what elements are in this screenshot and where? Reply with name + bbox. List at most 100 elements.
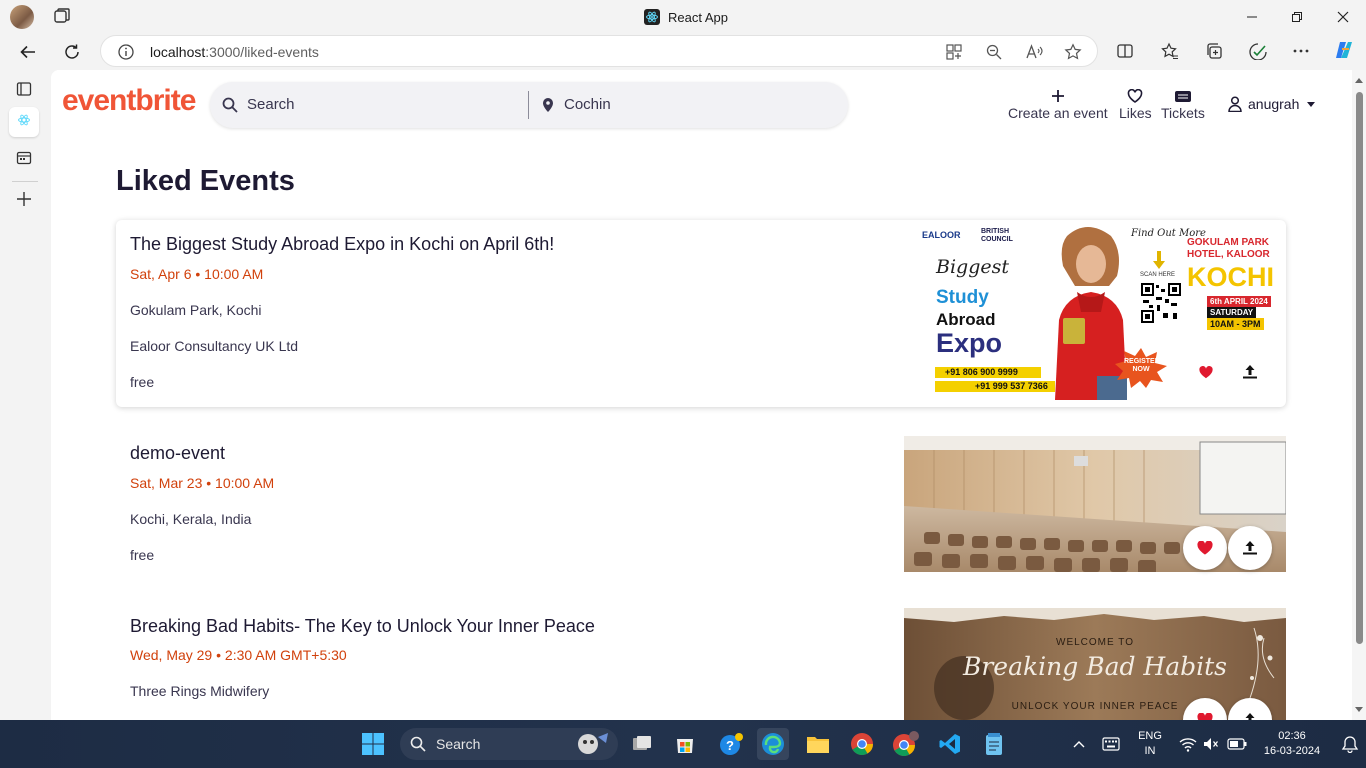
event-card[interactable]: The Biggest Study Abroad Expo in Kochi o… xyxy=(116,220,1286,407)
page-title: Liked Events xyxy=(116,165,295,197)
event-card[interactable]: demo-event Sat, Mar 23 • 10:00 AM Kochi,… xyxy=(116,426,1286,576)
event-title[interactable]: The Biggest Study Abroad Expo in Kochi o… xyxy=(130,234,554,255)
active-tab[interactable]: React App xyxy=(644,7,728,27)
app-available-icon[interactable] xyxy=(945,43,963,61)
clock-time: 02:36 xyxy=(1278,730,1306,742)
search-icon xyxy=(222,97,238,113)
event-date: Wed, May 29 • 2:30 AM GMT+5:30 xyxy=(130,647,347,663)
taskbar-search[interactable]: Search xyxy=(400,728,618,760)
restore-icon[interactable] xyxy=(1274,0,1320,33)
react-icon xyxy=(644,9,660,25)
poster-abroad: Abroad xyxy=(936,310,996,329)
poster-brand-1: EALOOR xyxy=(922,230,961,240)
poster-share-icon[interactable] xyxy=(1242,364,1258,380)
heart-filled-icon xyxy=(1197,713,1213,720)
react-app-tab[interactable] xyxy=(9,107,39,137)
vscode-icon[interactable] xyxy=(934,728,966,760)
tab-list-icon[interactable] xyxy=(13,78,35,100)
language-indicator[interactable]: ENG IN xyxy=(1135,729,1165,759)
event-date: Sat, Apr 6 • 10:00 AM xyxy=(130,266,264,282)
eventbrite-logo[interactable]: eventbrite xyxy=(62,84,196,118)
favorites-icon[interactable] xyxy=(1160,41,1180,61)
event-organizer: Ealoor Consultancy UK Ltd xyxy=(130,338,299,354)
chrome-profile-icon[interactable] xyxy=(890,728,922,760)
get-help-icon[interactable]: ? xyxy=(715,728,747,760)
event-price: free xyxy=(130,374,155,390)
edge-taskbar-icon[interactable] xyxy=(757,728,789,760)
user-menu[interactable]: anugrah xyxy=(1228,96,1316,112)
plus-icon xyxy=(1051,87,1064,105)
start-windows-icon[interactable] xyxy=(357,728,389,760)
store-icon[interactable] xyxy=(669,728,701,760)
tray-chevron-up-icon[interactable] xyxy=(1073,739,1085,749)
poster-register: REGISTER NOW xyxy=(1124,358,1160,373)
chrome-icon[interactable] xyxy=(846,728,878,760)
like-button[interactable] xyxy=(1183,526,1227,570)
poster-welcome: WELCOME TO xyxy=(1056,637,1134,648)
address-bar[interactable]: localhost:3000/liked-events xyxy=(100,35,1098,67)
calendar-tab-icon[interactable] xyxy=(13,147,35,169)
likes-link[interactable]: Likes xyxy=(1119,87,1152,121)
notepad-icon[interactable] xyxy=(978,728,1010,760)
refresh-icon[interactable] xyxy=(57,37,87,67)
share-button[interactable] xyxy=(1228,526,1272,570)
create-event-link[interactable]: Create an event xyxy=(1008,87,1108,121)
url-path: :3000/liked-events xyxy=(205,44,319,60)
tickets-label: Tickets xyxy=(1161,105,1205,121)
notification-bell-icon[interactable] xyxy=(1341,735,1359,753)
copilot-icon[interactable] xyxy=(1332,38,1356,62)
site-info-icon[interactable] xyxy=(117,43,135,61)
clock[interactable]: 02:36 16-03-2024 xyxy=(1257,729,1327,759)
poster-scan-here: SCAN HERE xyxy=(1140,272,1176,278)
event-card[interactable]: Breaking Bad Habits- The Key to Unlock Y… xyxy=(116,598,1286,720)
event-location: Kochi, Kerala, India xyxy=(130,511,252,527)
zoom-out-icon[interactable] xyxy=(985,43,1003,61)
event-location: Gokulam Park, Kochi xyxy=(130,302,262,318)
taskbar-search-icon xyxy=(410,736,426,752)
split-screen-icon[interactable] xyxy=(1115,41,1135,61)
scrollbar-thumb[interactable] xyxy=(1356,92,1363,644)
browser-essentials-icon[interactable] xyxy=(1248,41,1268,61)
sidebar-divider xyxy=(12,181,38,182)
poster-biggest: Biggest xyxy=(936,256,1009,278)
keyboard-icon[interactable] xyxy=(1102,737,1120,751)
more-menu-icon[interactable] xyxy=(1291,41,1311,61)
wifi-icon[interactable] xyxy=(1179,736,1197,752)
battery-icon[interactable] xyxy=(1227,737,1247,751)
event-image: WELCOME TO Breaking Bad Habits UNLOCK YO… xyxy=(904,608,1286,720)
location-input[interactable]: Cochin xyxy=(564,96,611,113)
back-icon[interactable] xyxy=(13,37,43,67)
volume-muted-icon[interactable] xyxy=(1203,736,1219,752)
location-pin-icon xyxy=(543,98,553,112)
event-date: Sat, Mar 23 • 10:00 AM xyxy=(130,475,275,491)
event-title[interactable]: Breaking Bad Habits- The Key to Unlock Y… xyxy=(130,616,595,637)
taskbar-search-label: Search xyxy=(436,736,481,752)
tickets-link[interactable]: Tickets xyxy=(1161,87,1205,121)
poster-heart-icon[interactable] xyxy=(1199,366,1213,379)
read-aloud-icon[interactable] xyxy=(1025,43,1043,61)
heart-filled-icon xyxy=(1197,541,1213,555)
scroll-down-icon[interactable] xyxy=(1355,707,1363,712)
favorite-star-icon[interactable] xyxy=(1064,43,1082,61)
poster-date: 6th APRIL 2024 xyxy=(1207,296,1271,307)
username: anugrah xyxy=(1248,96,1300,112)
close-icon[interactable] xyxy=(1320,0,1366,33)
poster-city: KOCHI xyxy=(1187,262,1274,292)
scroll-up-icon[interactable] xyxy=(1355,78,1363,83)
poster-expo: Expo xyxy=(936,328,1003,358)
poster-phone-1: +91 806 900 9999 xyxy=(935,367,1041,378)
search-input[interactable]: Search xyxy=(247,96,295,113)
poster-brand-2: BRITISH COUNCIL xyxy=(981,228,1013,243)
url-text[interactable]: localhost:3000/liked-events xyxy=(150,44,319,60)
event-title[interactable]: demo-event xyxy=(130,443,225,464)
task-view-icon[interactable] xyxy=(626,728,658,760)
browser-toolbar: localhost:3000/liked-events xyxy=(0,33,1366,70)
page-scrollbar[interactable] xyxy=(1352,70,1366,720)
file-explorer-icon[interactable] xyxy=(802,728,834,760)
profile-avatar[interactable] xyxy=(10,5,34,29)
collections-icon[interactable] xyxy=(1204,41,1224,61)
minimize-icon[interactable] xyxy=(1229,0,1275,33)
tab-actions-icon[interactable] xyxy=(53,7,71,25)
event-organizer: Three Rings Midwifery xyxy=(130,683,270,699)
new-tab-plus-icon[interactable] xyxy=(13,188,35,210)
